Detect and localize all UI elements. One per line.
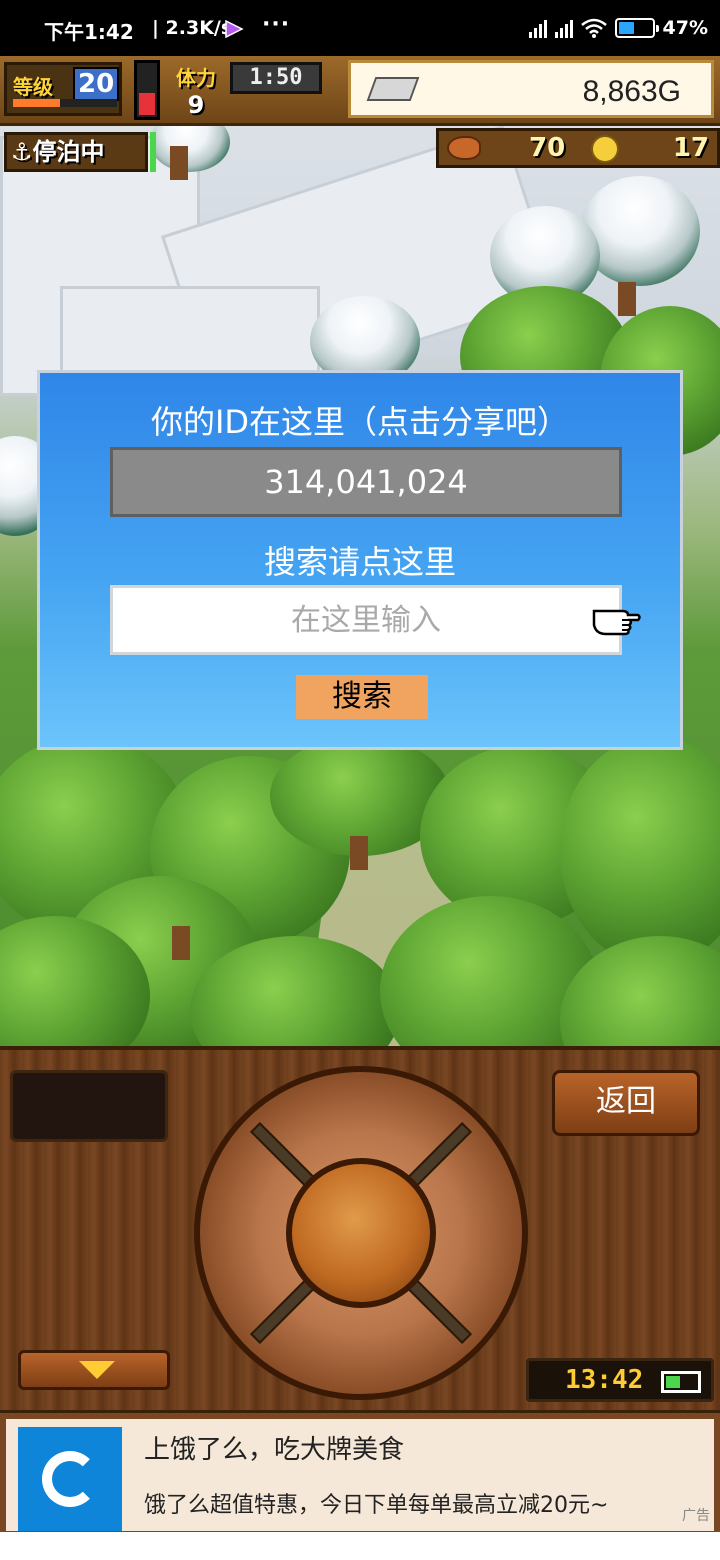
search-button[interactable]: 搜索: [296, 675, 428, 719]
search-input[interactable]: [110, 585, 622, 655]
level-progress-bar: [13, 99, 117, 107]
controller-panel: 返回 13:42: [0, 1046, 720, 1410]
dialog-title: 你的ID在这里（点击分享吧）: [150, 403, 570, 441]
panel-screen: [10, 1070, 168, 1142]
silver-bar-icon: [366, 77, 420, 101]
tree-trunk: [350, 836, 368, 870]
status-time: 下午1:42: [44, 20, 134, 44]
gold-box: 8,863G: [348, 60, 714, 118]
gold-value: 8,863G: [582, 75, 681, 108]
status-bar: 下午1:42 | 2.3K/s ··· 47%: [0, 0, 720, 56]
user-id-field[interactable]: 314,041,024: [110, 447, 622, 517]
stamina-gauge: [134, 60, 160, 120]
tree-trunk: [172, 926, 190, 960]
panel-battery-icon: [661, 1371, 701, 1393]
level-label: 等级: [13, 75, 53, 99]
ad-title: 上饿了么，吃大牌美食: [144, 1435, 405, 1465]
stamina-label: 体力: [176, 66, 216, 90]
panel-battery-fill: [666, 1376, 681, 1388]
docked-status[interactable]: ⚓停泊中: [4, 132, 148, 172]
signal-icon-2: [554, 18, 573, 38]
stamina-value: 9: [187, 91, 205, 119]
hud-top-bar: 等级 20 体力 9 1:50 8,863G: [0, 56, 720, 126]
tree-trunk: [618, 282, 636, 316]
ad-subtitle: 饿了么超值特惠，今日下单每单最高立减20元~: [144, 1493, 609, 1518]
level-value: 20: [73, 67, 120, 101]
back-button[interactable]: 返回: [552, 1070, 700, 1136]
battery-fill: [618, 22, 634, 34]
coin-icon: [591, 135, 619, 163]
dpad[interactable]: [194, 1066, 528, 1400]
ad-banner[interactable]: 上饿了么，吃大牌美食 饿了么超值特惠，今日下单每单最高立减20元~ 广告: [0, 1410, 720, 1532]
eleme-logo-icon: [18, 1427, 122, 1531]
battery-icon: [614, 18, 659, 38]
food-icon: [447, 136, 481, 160]
more-notifications-icon: ···: [262, 12, 291, 37]
docked-indicator: [150, 132, 156, 172]
food-value: 70: [529, 133, 566, 163]
level-box: 等级 20: [4, 62, 122, 116]
app-notification-icon: [225, 20, 244, 38]
bottom-strip: [0, 1532, 720, 1560]
search-hint: 搜索请点这里: [263, 543, 456, 581]
snowy-tree: [580, 176, 700, 286]
status-right-group: 47%: [528, 17, 708, 39]
pointing-hand-icon: [592, 609, 641, 636]
stamina-timer: 1:50: [230, 62, 322, 94]
panel-clock: 13:42: [565, 1365, 644, 1395]
coin-value: 17: [672, 133, 709, 163]
down-arrow-icon: [79, 1361, 115, 1379]
dpad-center-button[interactable]: [286, 1158, 436, 1308]
battery-percent: 47%: [662, 17, 708, 39]
tree-trunk: [170, 146, 188, 180]
signal-icon-1: [528, 18, 547, 38]
stamina-box: 体力 9: [164, 62, 228, 119]
ad-content[interactable]: 上饿了么，吃大牌美食 饿了么超值特惠，今日下单每单最高立减20元~ 广告: [6, 1419, 714, 1531]
level-progress-fill: [13, 99, 60, 107]
resources-box: 70 17: [436, 128, 720, 168]
menu-down-button[interactable]: [18, 1350, 170, 1390]
friend-search-dialog: 你的ID在这里（点击分享吧） 314,041,024 搜索请点这里 搜索: [37, 370, 683, 750]
status-network-speed: | 2.3K/s: [152, 17, 233, 39]
panel-clock-box: 13:42: [526, 1358, 714, 1402]
stamina-fill: [139, 93, 155, 115]
wifi-icon: [580, 18, 607, 38]
ad-tag: 广告: [682, 1508, 710, 1524]
